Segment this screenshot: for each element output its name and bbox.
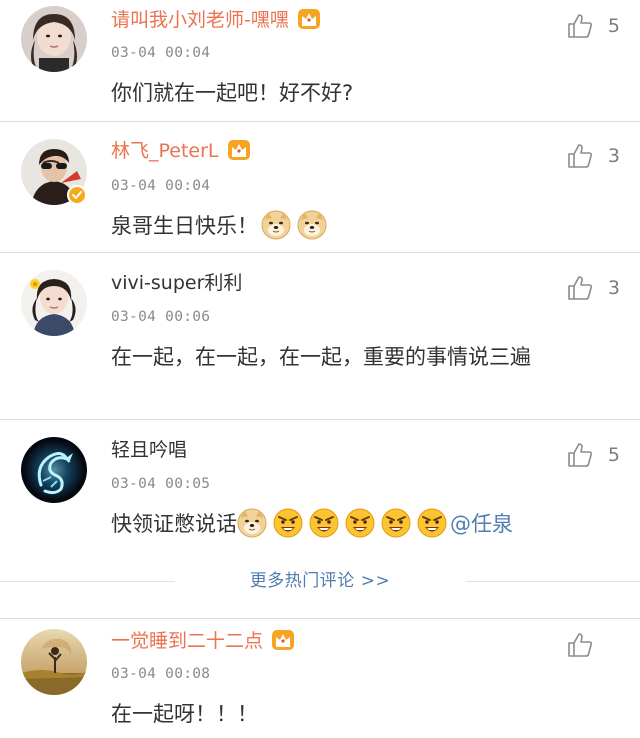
angry-emoji-icon [381, 508, 411, 538]
comment-timestamp: 03-04 00:04 [111, 45, 211, 61]
divider [0, 618, 640, 619]
avatar[interactable] [21, 270, 87, 336]
comment-item: vivi-super利利 03-04 00:06 在一起，在一起，在一起，重要的… [0, 253, 640, 419]
like-count: 5 [607, 15, 620, 37]
like-button[interactable]: 5 [566, 441, 620, 469]
username-vip[interactable]: 请叫我小刘老师-嘿嘿 [111, 8, 321, 32]
vip-crown-icon [271, 629, 295, 651]
thumbs-up-icon [566, 441, 594, 469]
comment-timestamp: 03-04 00:08 [111, 666, 211, 682]
comment-text: 你们就在一起吧！好不好? [111, 81, 354, 105]
doge-emoji-icon [261, 210, 291, 240]
comment-text: 快领证憋说话 [111, 512, 237, 536]
verified-badge-icon [67, 185, 87, 205]
thumbs-up-icon [566, 631, 594, 659]
angry-emoji-icon [345, 508, 375, 538]
vip-crown-icon [297, 8, 321, 30]
username-text[interactable]: 请叫我小刘老师-嘿嘿 [111, 9, 289, 31]
divider [466, 581, 640, 582]
comment-item: 一觉睡到二十二点 03-04 00:08 在一起呀！！！ [0, 620, 640, 738]
username-text[interactable]: vivi-super利利 [111, 272, 242, 294]
comment-timestamp: 03-04 00:04 [111, 178, 211, 194]
username-text[interactable]: 林飞_PeterL [111, 140, 219, 162]
comment-text: 在一起，在一起，在一起，重要的事情说三遍 [111, 345, 531, 369]
like-button[interactable]: 3 [566, 142, 620, 170]
vip-crown-icon [227, 139, 251, 161]
avatar[interactable] [21, 437, 87, 503]
like-button[interactable]: 5 [566, 12, 620, 40]
avatar[interactable] [21, 6, 87, 72]
thumbs-up-icon [566, 274, 594, 302]
comment-text: 在一起呀！！！ [111, 702, 258, 726]
comment-content: 你们就在一起吧！好不好? [111, 76, 611, 110]
comment-item: 轻且吟唱 03-04 00:05 快领证憋说话 @任泉 5 [0, 420, 640, 565]
like-count: 5 [607, 444, 620, 466]
doge-emoji-icon [237, 508, 267, 538]
like-button[interactable] [566, 631, 620, 659]
username-text[interactable]: 一觉睡到二十二点 [111, 630, 263, 652]
username[interactable]: 轻且吟唱 [111, 438, 187, 462]
comment-content: 在一起，在一起，在一起，重要的事情说三遍 [111, 340, 611, 374]
angry-emoji-icon [309, 508, 339, 538]
comment-item: 林飞_PeterL 03-04 00:04 泉哥生日快乐！ 3 [0, 122, 640, 252]
like-button[interactable]: 3 [566, 274, 620, 302]
avatar[interactable] [21, 629, 87, 695]
thumbs-up-icon [566, 12, 594, 40]
mention-link[interactable]: @任泉 [450, 512, 513, 536]
comment-timestamp: 03-04 00:05 [111, 476, 211, 492]
doge-emoji-icon [297, 210, 327, 240]
comment-content: 在一起呀！！！ [111, 697, 611, 731]
thumbs-up-icon [566, 142, 594, 170]
angry-emoji-icon [273, 508, 303, 538]
angry-emoji-icon [417, 508, 447, 538]
comment-item: 请叫我小刘老师-嘿嘿 03-04 00:04 你们就在一起吧！好不好? 5 [0, 0, 640, 121]
comment-content: 快领证憋说话 @任泉 [111, 507, 611, 541]
username-text[interactable]: 轻且吟唱 [111, 439, 187, 461]
username-vip[interactable]: 林飞_PeterL [111, 139, 251, 163]
comment-text: 泉哥生日快乐！ [111, 214, 258, 238]
like-count: 3 [607, 145, 620, 167]
comment-content: 泉哥生日快乐！ [111, 209, 611, 243]
username-vip[interactable]: 一觉睡到二十二点 [111, 629, 295, 653]
username[interactable]: vivi-super利利 [111, 271, 242, 295]
like-count: 3 [607, 277, 620, 299]
comment-timestamp: 03-04 00:06 [111, 309, 211, 325]
